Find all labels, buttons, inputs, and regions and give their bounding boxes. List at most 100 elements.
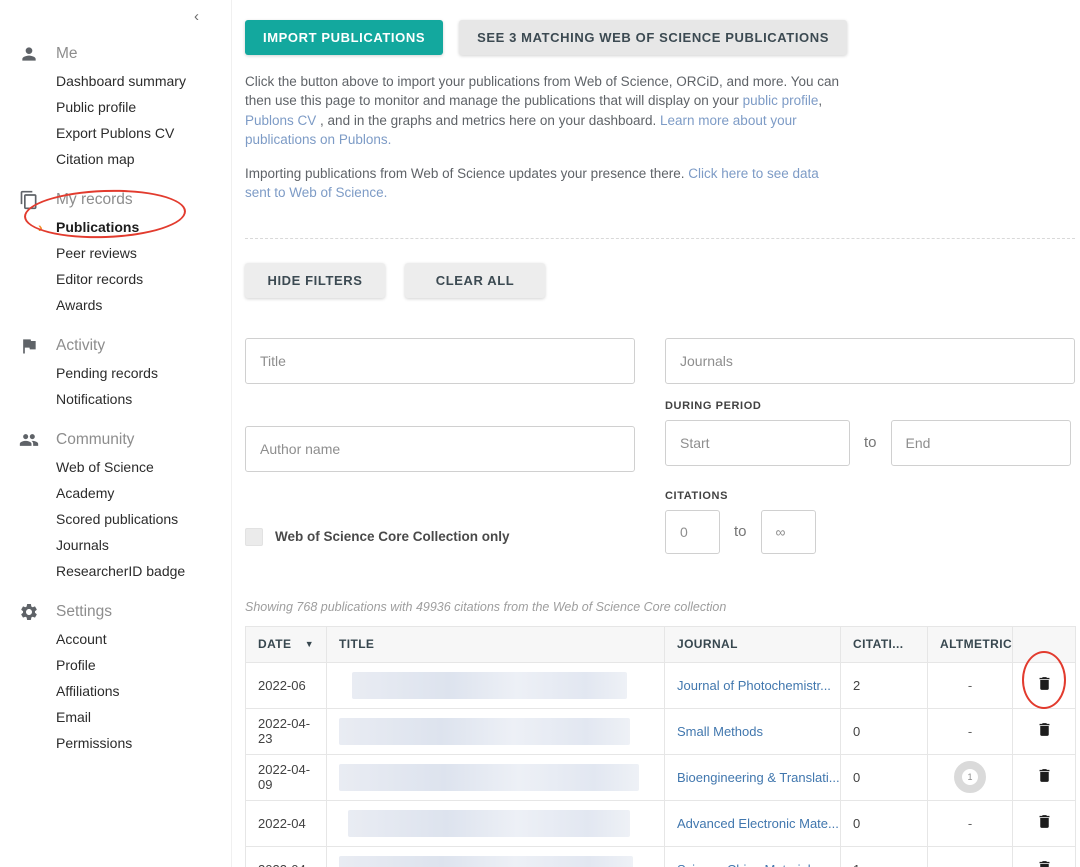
sidebar-item-profile[interactable]: Profile: [56, 652, 221, 678]
sidebar-section-activity: Activity Pending records Notifications: [10, 332, 221, 412]
sidebar-item-editor-records[interactable]: Editor records: [56, 266, 221, 292]
cell-altmetric: -: [927, 845, 1013, 867]
collapse-sidebar-icon[interactable]: ‹: [194, 8, 199, 25]
cell-journal: Advanced Electronic Mate...: [664, 799, 841, 847]
author-filter-input[interactable]: [245, 425, 635, 472]
sidebar-item-awards[interactable]: Awards: [56, 292, 221, 318]
cell-actions: [1012, 707, 1076, 755]
sidebar-item-dashboard-summary[interactable]: Dashboard summary: [56, 68, 221, 94]
redacted-title: [339, 763, 640, 791]
journal-link[interactable]: Science China Materials: [677, 862, 817, 867]
header-title[interactable]: TITLE: [326, 625, 665, 663]
title-filter-input[interactable]: [245, 337, 635, 384]
sidebar-section-community: Community Web of Science Academy Scored …: [10, 426, 221, 584]
cell-altmetric: -: [927, 799, 1013, 847]
redacted-title: [339, 717, 631, 745]
core-collection-label: Web of Science Core Collection only: [275, 529, 510, 545]
cell-actions: [1012, 799, 1076, 847]
sidebar-item-notifications[interactable]: Notifications: [56, 386, 221, 412]
public-profile-link[interactable]: public profile: [743, 93, 819, 108]
period-to-label: to: [864, 434, 877, 452]
sidebar-item-researcherid-badge[interactable]: ResearcherID badge: [56, 558, 221, 584]
sidebar: ‹ Me Dashboard summary Public profile Ex…: [0, 0, 232, 867]
table-row: 2022-04-09 Bioengineering & Translati...…: [245, 753, 1076, 801]
trash-icon: [1039, 861, 1049, 867]
delete-publication-button[interactable]: [1032, 718, 1057, 744]
citations-min-input[interactable]: [665, 509, 720, 554]
journals-filter-input[interactable]: [665, 337, 1075, 384]
sidebar-item-permissions[interactable]: Permissions: [56, 730, 221, 756]
cell-citations: 2: [840, 661, 928, 709]
sidebar-item-public-profile[interactable]: Public profile: [56, 94, 221, 120]
sidebar-item-affiliations[interactable]: Affiliations: [56, 678, 221, 704]
sidebar-item-publications[interactable]: › Publications: [38, 214, 221, 240]
see-matching-publications-button[interactable]: SEE 3 MATCHING WEB OF SCIENCE PUBLICATIO…: [459, 20, 848, 55]
cell-citations: 0: [840, 707, 928, 755]
sidebar-section-title: Community: [56, 431, 135, 448]
redacted-title: [339, 855, 634, 867]
header-citations[interactable]: CITATI...: [840, 625, 928, 663]
filters-panel: DURING PERIOD to Web of Science Core Col…: [245, 337, 1075, 554]
journal-link[interactable]: Journal of Photochemistr...: [677, 678, 831, 693]
sidebar-item-email[interactable]: Email: [56, 704, 221, 730]
publons-cv-link[interactable]: Publons CV: [245, 113, 316, 128]
journal-link[interactable]: Bioengineering & Translati...: [677, 770, 840, 785]
journal-link[interactable]: Small Methods: [677, 724, 763, 739]
period-start-input[interactable]: [665, 419, 850, 466]
cell-title: [326, 845, 665, 867]
results-summary: Showing 768 publications with 49936 cita…: [245, 599, 727, 614]
sidebar-item-academy[interactable]: Academy: [56, 480, 221, 506]
header-altmetric[interactable]: ALTMETRIC: [927, 625, 1013, 663]
import-publications-button[interactable]: IMPORT PUBLICATIONS: [245, 20, 444, 55]
sidebar-item-peer-reviews[interactable]: Peer reviews: [56, 240, 221, 266]
cell-altmetric: 1: [927, 753, 1013, 801]
sidebar-section-title: Me: [56, 45, 78, 62]
citations-max-input[interactable]: [760, 509, 816, 554]
cell-actions: [1012, 661, 1076, 709]
table-row: 2022-04 Advanced Electronic Mate... 0 -: [245, 799, 1076, 847]
sidebar-item-journals[interactable]: Journals: [56, 532, 221, 558]
people-icon: [18, 429, 40, 451]
intro-paragraph: Click the button above to import your pu…: [245, 74, 840, 148]
sidebar-item-web-of-science[interactable]: Web of Science: [56, 454, 221, 480]
core-collection-checkbox[interactable]: [245, 527, 263, 546]
delete-publication-button[interactable]: [1032, 672, 1057, 698]
sidebar-section-me: Me Dashboard summary Public profile Expo…: [10, 40, 221, 172]
cell-date: 2022-04: [245, 799, 327, 847]
delete-publication-button[interactable]: [1032, 856, 1057, 867]
trash-icon: [1039, 723, 1049, 736]
flag-icon: [18, 335, 40, 357]
person-icon: [18, 43, 40, 65]
hide-filters-button[interactable]: HIDE FILTERS: [245, 262, 385, 298]
header-date[interactable]: DATE ▼: [245, 625, 327, 663]
trash-icon: [1039, 677, 1049, 690]
period-end-input[interactable]: [890, 419, 1071, 466]
cell-title: [326, 661, 665, 709]
cell-actions: [1012, 753, 1076, 801]
publications-table: DATE ▼ TITLE JOURNAL CITATI... ALTMETRIC …: [245, 625, 1076, 867]
sidebar-item-citation-map[interactable]: Citation map: [56, 146, 221, 172]
sidebar-item-pending-records[interactable]: Pending records: [56, 360, 221, 386]
delete-publication-button[interactable]: [1032, 764, 1057, 790]
journal-link[interactable]: Advanced Electronic Mate...: [677, 816, 839, 831]
cell-title: [326, 799, 665, 847]
trash-icon: [1039, 815, 1049, 828]
sidebar-section-settings: Settings Account Profile Affiliations Em…: [10, 598, 221, 756]
sidebar-item-export-publons-cv[interactable]: Export Publons CV: [56, 120, 221, 146]
cell-date: 2022-06: [245, 661, 327, 709]
active-chevron-icon: ›: [38, 219, 43, 235]
cell-date: 2022-04-23: [245, 707, 327, 755]
cell-date: 2022-04: [245, 845, 327, 867]
cell-altmetric: -: [927, 707, 1013, 755]
cell-journal: Small Methods: [664, 707, 841, 755]
cell-title: [326, 707, 665, 755]
sidebar-item-scored-publications[interactable]: Scored publications: [56, 506, 221, 532]
clear-all-button[interactable]: CLEAR ALL: [405, 262, 545, 298]
publications-page: IMPORT PUBLICATIONS SEE 3 MATCHING WEB O…: [232, 0, 1080, 867]
altmetric-badge[interactable]: 1: [954, 761, 986, 794]
header-journal[interactable]: JOURNAL: [664, 625, 841, 663]
delete-publication-button[interactable]: [1032, 810, 1057, 836]
sidebar-item-account[interactable]: Account: [56, 626, 221, 652]
gear-icon: [18, 601, 40, 623]
sync-paragraph: Importing publications from Web of Scien…: [245, 164, 847, 203]
